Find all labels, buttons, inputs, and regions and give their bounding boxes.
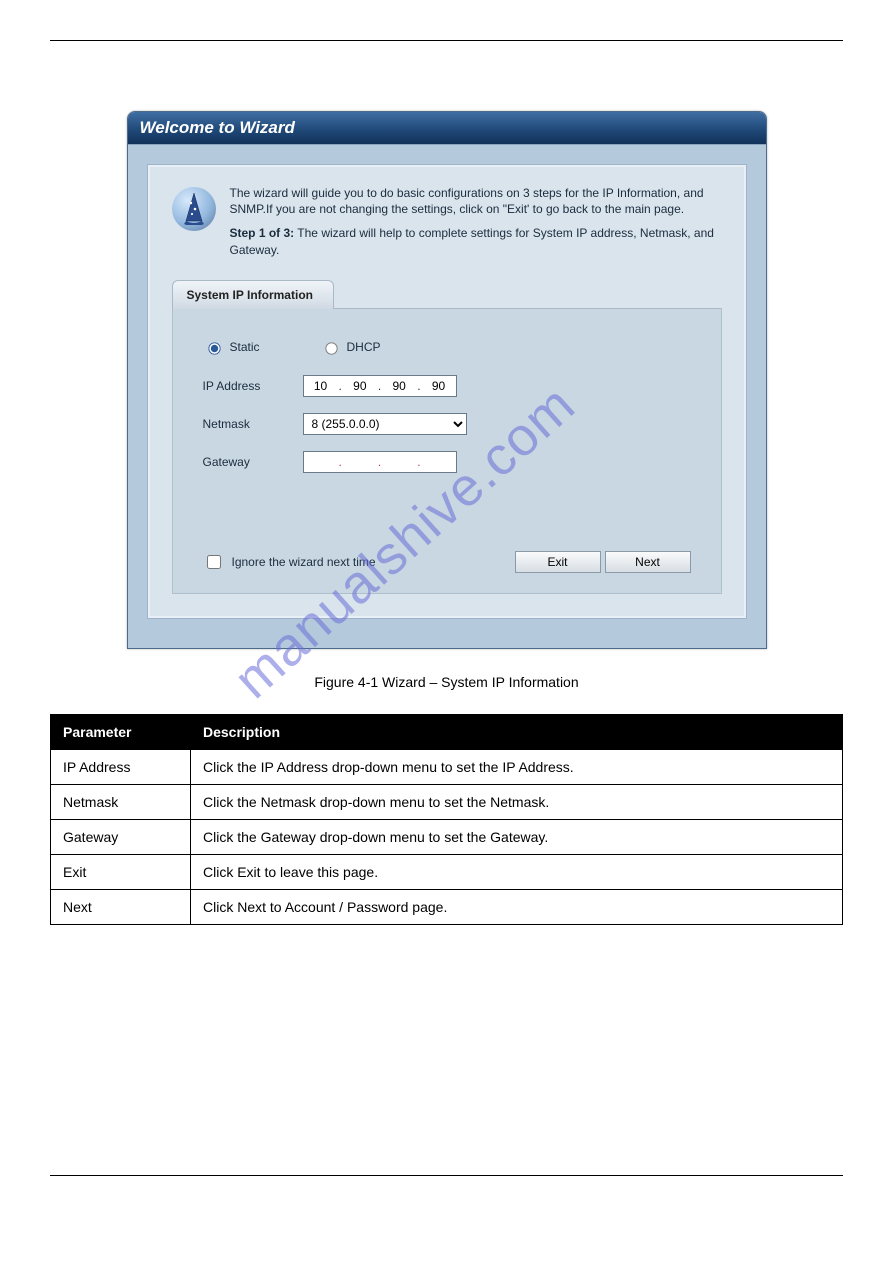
radio-dhcp-label: DHCP: [347, 340, 381, 354]
wizard-window: Welcome to Wizard: [127, 111, 767, 649]
wizard-step-text: Step 1 of 3: The wizard will help to com…: [230, 225, 722, 257]
gateway-field[interactable]: . . .: [303, 451, 457, 473]
radio-dhcp-input[interactable]: [325, 342, 337, 354]
desc-cell: Click the IP Address drop-down menu to s…: [191, 749, 843, 784]
tab-system-ip[interactable]: System IP Information: [172, 280, 334, 309]
ip-octet-1[interactable]: [304, 378, 338, 394]
ip-address-label: IP Address: [203, 379, 303, 393]
param-cell: IP Address: [51, 749, 191, 784]
table-row: NetmaskClick the Netmask drop-down menu …: [51, 784, 843, 819]
netmask-label: Netmask: [203, 417, 303, 431]
desc-cell: Click the Netmask drop-down menu to set …: [191, 784, 843, 819]
table-row: ExitClick Exit to leave this page.: [51, 854, 843, 889]
ip-octet-2[interactable]: [343, 378, 377, 394]
gateway-label: Gateway: [203, 455, 303, 469]
radio-dhcp[interactable]: DHCP: [320, 339, 381, 355]
radio-static-label: Static: [230, 340, 260, 354]
param-cell: Exit: [51, 854, 191, 889]
gateway-octet-1[interactable]: [304, 454, 338, 470]
gateway-octet-3[interactable]: [382, 454, 416, 470]
exit-button[interactable]: Exit: [515, 551, 601, 573]
ignore-wizard-label: Ignore the wizard next time: [232, 555, 376, 569]
table-row: IP AddressClick the IP Address drop-down…: [51, 749, 843, 784]
ip-octet-4[interactable]: [422, 378, 456, 394]
param-cell: Gateway: [51, 819, 191, 854]
step-description: The wizard will help to complete setting…: [230, 226, 714, 256]
gateway-octet-2[interactable]: [343, 454, 377, 470]
ip-address-field[interactable]: . . .: [303, 375, 457, 397]
table-header-parameter: Parameter: [51, 714, 191, 749]
param-cell: Next: [51, 889, 191, 924]
table-header-description: Description: [191, 714, 843, 749]
wizard-intro-text: The wizard will guide you to do basic co…: [230, 185, 722, 217]
desc-cell: Click Exit to leave this page.: [191, 854, 843, 889]
param-cell: Netmask: [51, 784, 191, 819]
wizard-title-bar: Welcome to Wizard: [128, 112, 766, 144]
parameters-table: Parameter Description IP AddressClick th…: [50, 714, 843, 925]
wizard-hat-icon: [172, 187, 216, 231]
step-number-label: Step 1 of 3:: [230, 226, 295, 240]
table-row: GatewayClick the Gateway drop-down menu …: [51, 819, 843, 854]
gateway-octet-4[interactable]: [422, 454, 456, 470]
radio-static-input[interactable]: [208, 342, 220, 354]
radio-static[interactable]: Static: [203, 339, 260, 355]
table-row: NextClick Next to Account / Password pag…: [51, 889, 843, 924]
ignore-wizard-checkbox[interactable]: Ignore the wizard next time: [203, 552, 376, 572]
next-button[interactable]: Next: [605, 551, 691, 573]
desc-cell: Click Next to Account / Password page.: [191, 889, 843, 924]
ip-octet-3[interactable]: [382, 378, 416, 394]
desc-cell: Click the Gateway drop-down menu to set …: [191, 819, 843, 854]
netmask-select[interactable]: 8 (255.0.0.0): [303, 413, 467, 435]
ignore-wizard-input[interactable]: [207, 555, 221, 569]
figure-caption: Figure 4-1 Wizard – System IP Informatio…: [50, 674, 843, 690]
